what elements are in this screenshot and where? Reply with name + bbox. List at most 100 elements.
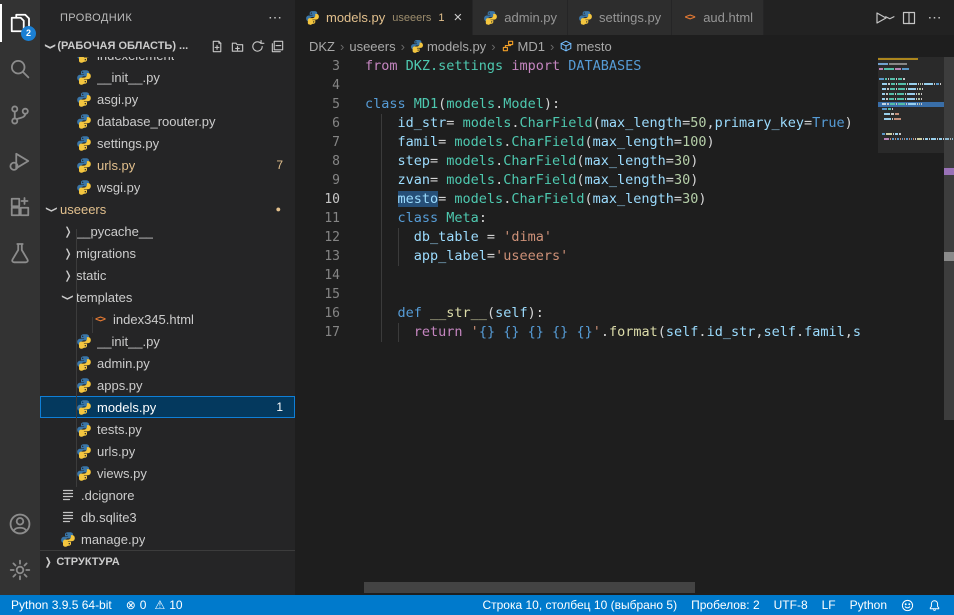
python-file-icon xyxy=(305,10,320,25)
tree-item-label: index345.html xyxy=(113,312,194,327)
python-file-icon xyxy=(76,421,92,437)
tree-item-tests.py[interactable]: tests.py xyxy=(40,418,295,440)
status-label: Пробелов: 2 xyxy=(691,598,760,612)
tree-item-wsgi.py[interactable]: wsgi.py xyxy=(40,176,295,198)
horizontal-scrollbar[interactable] xyxy=(364,582,695,593)
tree-item-urls.py[interactable]: urls.py7 xyxy=(40,154,295,176)
python-file-icon xyxy=(76,157,92,173)
sidebar-title: ПРОВОДНИК xyxy=(60,12,132,24)
overview-ruler-mark xyxy=(944,252,954,261)
extensions-icon[interactable] xyxy=(0,184,40,230)
vertical-scrollbar[interactable] xyxy=(944,57,954,420)
tree-item-db.sqlite3[interactable]: db.sqlite3 xyxy=(40,506,295,528)
indent-guide xyxy=(381,304,382,323)
chevron-right-icon: ❭ xyxy=(60,269,76,282)
python-file-icon xyxy=(483,10,498,25)
tree-item-__init__.py[interactable]: __init__.py xyxy=(40,66,295,88)
breadcrumb-item-useeers[interactable]: useeers xyxy=(349,39,395,54)
account-icon[interactable] xyxy=(0,501,40,547)
line-number: 4 xyxy=(295,76,340,95)
source-control-icon[interactable] xyxy=(0,92,40,138)
search-icon[interactable] xyxy=(0,46,40,92)
tree-item-settings.py[interactable]: settings.py xyxy=(40,132,295,154)
explorer-icon[interactable]: 2 xyxy=(0,0,40,46)
tab-description: useeers xyxy=(392,12,431,24)
status-language-mode[interactable]: Python xyxy=(843,595,894,615)
status-notifications[interactable] xyxy=(921,595,948,615)
refresh-icon[interactable] xyxy=(247,36,267,56)
tree-item-views.py[interactable]: views.py xyxy=(40,462,295,484)
breadcrumb-separator: › xyxy=(340,39,344,54)
tab-label: models.py xyxy=(326,10,385,25)
tree-folder-migrations[interactable]: ❭migrations xyxy=(40,242,295,264)
tree-item-database_roouter.py[interactable]: database_roouter.py xyxy=(40,110,295,132)
tree-item-manage.py[interactable]: manage.py xyxy=(40,528,295,550)
code-editor[interactable]: 3from DKZ.settings import DATABASES45cla… xyxy=(295,57,875,595)
status-python-interpreter[interactable]: Python 3.9.5 64-bit xyxy=(4,595,119,615)
new-folder-icon[interactable] xyxy=(227,36,247,56)
tab-aud.html[interactable]: <>aud.html xyxy=(672,0,764,35)
tree-item-__init__.py[interactable]: __init__.py xyxy=(40,330,295,352)
run-button[interactable]: ❭ xyxy=(872,6,894,30)
minimap[interactable] xyxy=(878,57,944,177)
close-icon[interactable]: × xyxy=(454,12,463,24)
breadcrumb-item-DKZ[interactable]: DKZ xyxy=(309,39,335,54)
python-file-icon xyxy=(76,465,92,481)
tree-item-apps.py[interactable]: apps.py xyxy=(40,374,295,396)
new-file-icon[interactable] xyxy=(207,36,227,56)
collapse-all-icon[interactable] xyxy=(267,36,287,56)
minimap-slider[interactable] xyxy=(878,57,944,153)
workspace-section-header[interactable]: ❭ (РАБОЧАЯ ОБЛАСТЬ) ... xyxy=(40,35,295,57)
testing-icon[interactable] xyxy=(0,230,40,276)
breadcrumb-item-models.py[interactable]: models.py xyxy=(410,39,486,54)
sidebar-more-actions-button[interactable]: ⋯ xyxy=(268,9,283,26)
chevron-right-icon: ❭ xyxy=(60,247,76,260)
python-file-icon xyxy=(76,57,92,63)
indent-guide xyxy=(398,228,399,247)
tree-item-label: database_roouter.py xyxy=(97,114,216,129)
breadcrumb-item-MD1[interactable]: MD1 xyxy=(501,39,545,54)
tree-folder-useeers[interactable]: ❭useeers● xyxy=(40,198,295,220)
run-debug-icon[interactable] xyxy=(0,138,40,184)
more-actions-button[interactable]: ⋯ xyxy=(924,6,946,30)
tree-item-asgi.py[interactable]: asgi.py xyxy=(40,88,295,110)
tree-item-label: asgi.py xyxy=(97,92,138,107)
tree-item-admin.py[interactable]: admin.py xyxy=(40,352,295,374)
status-eol[interactable]: LF xyxy=(815,595,843,615)
tree-item-label: settings.py xyxy=(97,136,159,151)
split-editor-button[interactable] xyxy=(898,6,920,30)
status-encoding[interactable]: UTF-8 xyxy=(767,595,815,615)
line-number: 10 xyxy=(295,190,340,209)
code-line-6: 6id_str= models.CharField(max_length=50,… xyxy=(295,114,875,133)
tree-item-urls.py[interactable]: urls.py xyxy=(40,440,295,462)
status-indentation[interactable]: Пробелов: 2 xyxy=(684,595,767,615)
file-icon xyxy=(60,509,76,525)
tab-settings.py[interactable]: settings.py xyxy=(568,0,672,35)
tree-item-indexelement[interactable]: indexelement xyxy=(40,57,295,66)
tree-folder-templates[interactable]: ❭templates xyxy=(40,286,295,308)
tree-folder-static[interactable]: ❭static xyxy=(40,264,295,286)
tree-folder-__pycache__[interactable]: ❭__pycache__ xyxy=(40,220,295,242)
status-bar: Python 3.9.5 64-bit ⊗0⚠10 Строка 10, стол… xyxy=(0,595,954,615)
status-cursor-position[interactable]: Строка 10, столбец 10 (выбрано 5) xyxy=(475,595,684,615)
tab-admin.py[interactable]: admin.py xyxy=(473,0,568,35)
tree-item-label: useeers xyxy=(60,202,106,217)
status-problems[interactable]: ⊗0⚠10 xyxy=(119,595,190,615)
line-number: 11 xyxy=(295,209,340,228)
breadcrumb-item-mesto[interactable]: mesto xyxy=(559,39,611,54)
code-line-13: 13app_label='useeers' xyxy=(295,247,875,266)
status-label: Python 3.9.5 64-bit xyxy=(11,598,112,612)
tree-item-label: __init__.py xyxy=(97,334,160,349)
python-file-icon xyxy=(76,399,92,415)
tree-item-index345.html[interactable]: <>index345.html xyxy=(40,308,295,330)
class-symbol-icon xyxy=(501,39,515,53)
status-feedback[interactable] xyxy=(894,595,921,615)
tree-item-.dcignore[interactable]: .dcignore xyxy=(40,484,295,506)
tab-models.py[interactable]: models.pyuseeers1× xyxy=(295,0,473,35)
tree-item-models.py[interactable]: models.py1 xyxy=(40,396,295,418)
problems-badge: 1 xyxy=(276,400,283,414)
code-line-7: 7famil= models.CharField(max_length=100) xyxy=(295,133,875,152)
settings-icon[interactable] xyxy=(0,547,40,593)
outline-section-header[interactable]: ❭ СТРУКТУРА xyxy=(40,550,295,573)
tree-item-label: tests.py xyxy=(97,422,142,437)
